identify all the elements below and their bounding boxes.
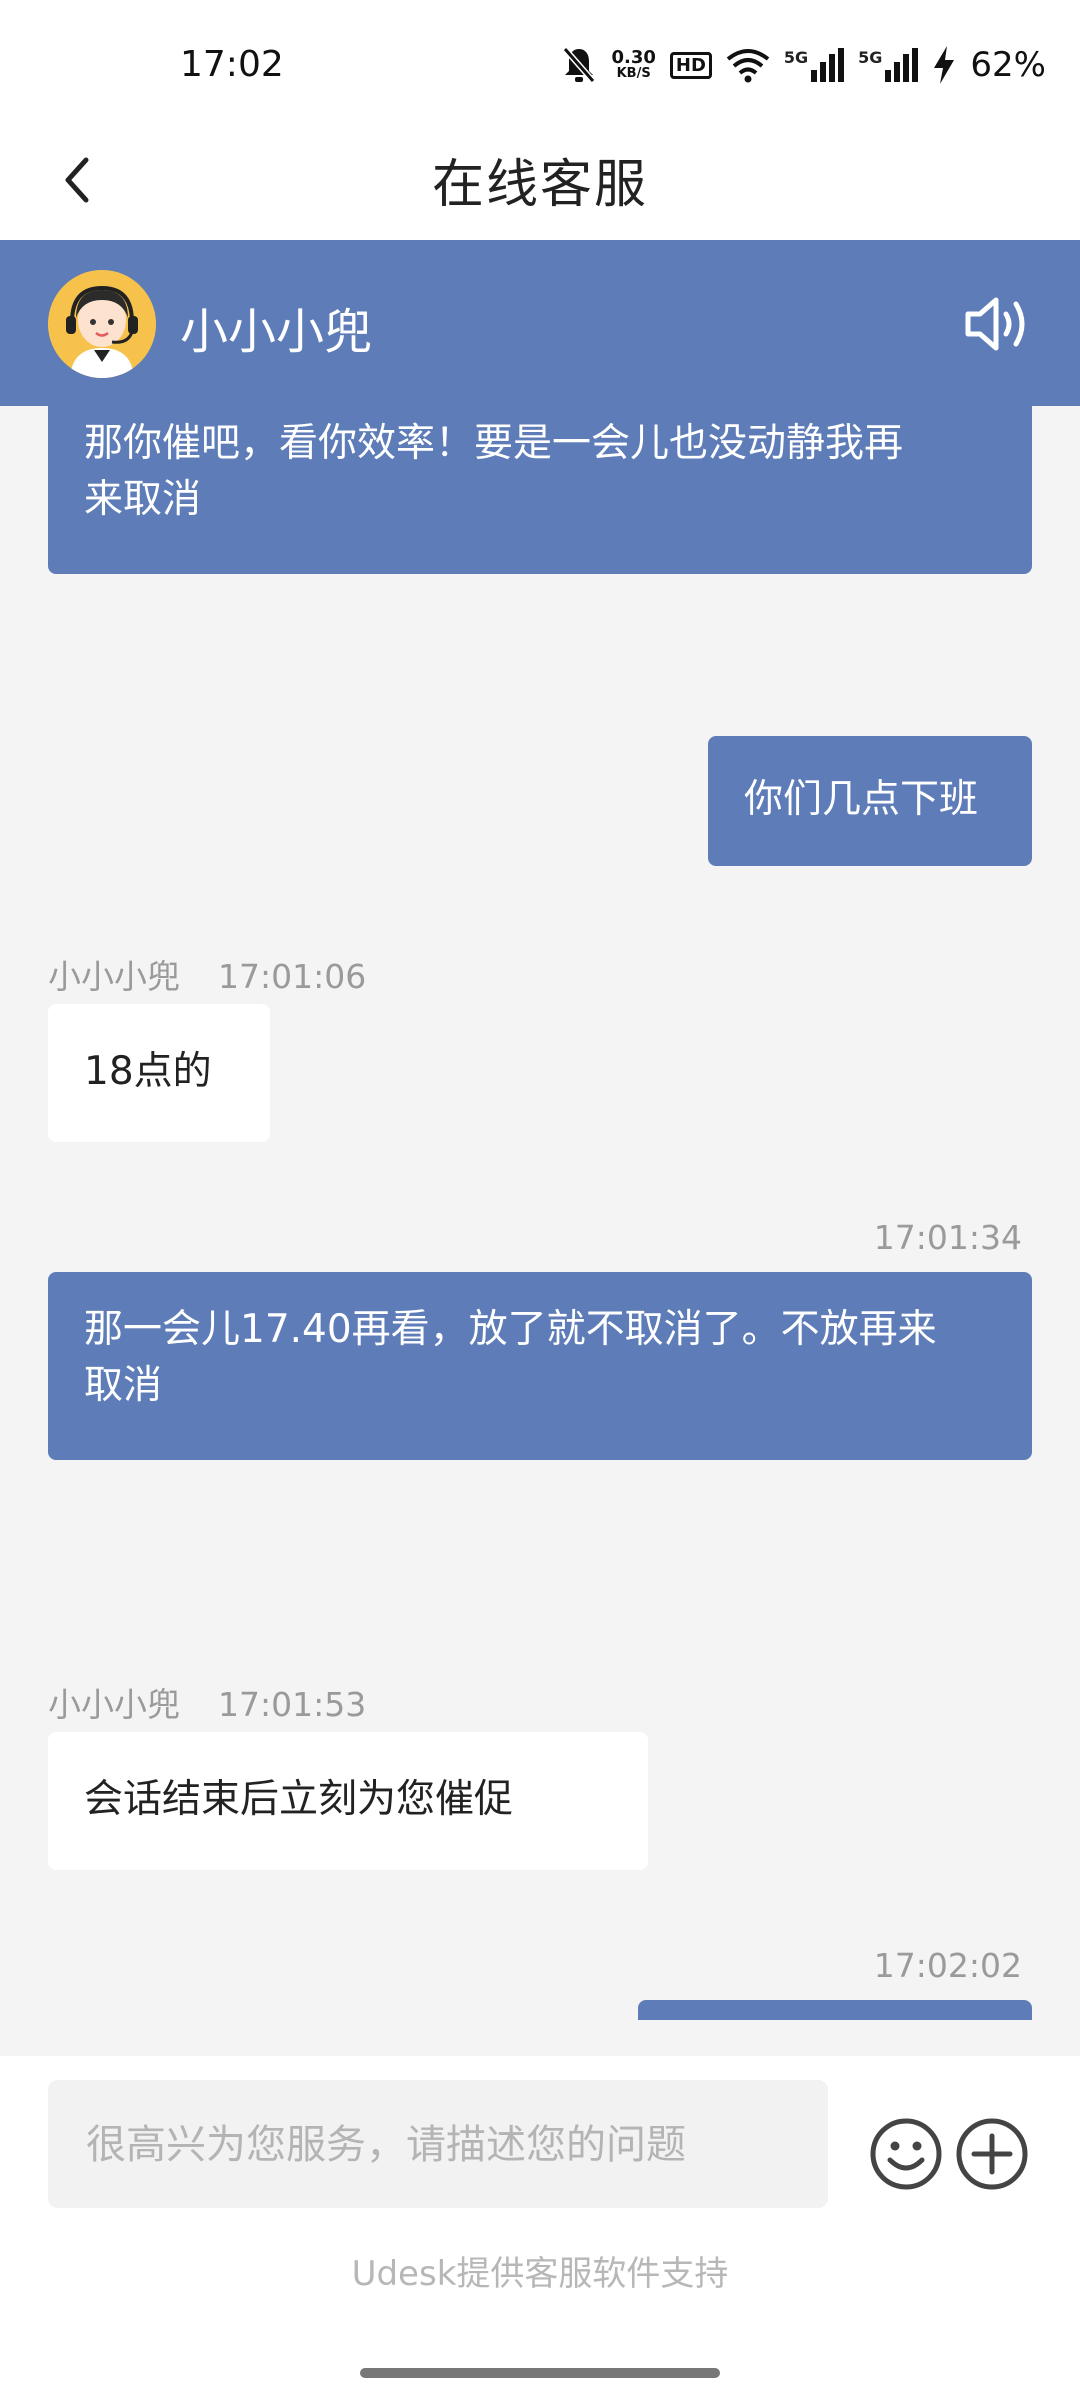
- message-sender: 小小小兜: [48, 1685, 180, 1724]
- signal-5g-label: 5G: [858, 48, 883, 67]
- message-time: 17:01:06: [218, 957, 367, 996]
- home-indicator[interactable]: [360, 2368, 720, 2378]
- message-bubble-outgoing[interactable]: 你们几点下班: [708, 736, 1032, 866]
- message-time: 17:01:53: [218, 1685, 367, 1724]
- powered-by-text: Udesk提供客服软件支持: [351, 2254, 729, 2294]
- agent-name: 小小小兜: [180, 304, 373, 360]
- message-meta: 小小小兜 17:01:53: [48, 1678, 366, 1726]
- charging-bolt-icon: [934, 46, 955, 84]
- agent-header: 小小小兜: [0, 240, 1080, 406]
- status-time: 17:02: [180, 44, 284, 85]
- message-bubble-outgoing[interactable]: 那你催吧，看你效率！要是一会儿也没动静我再 来取消: [48, 406, 1032, 574]
- speaker-icon[interactable]: [964, 292, 1034, 356]
- message-bubble-incoming[interactable]: 会话结束后立刻为您催促: [48, 1732, 648, 1870]
- message-sender: 小小小兜: [48, 957, 180, 996]
- plus-circle-icon[interactable]: [954, 2116, 1030, 2192]
- message-text: 你们几点下班: [744, 777, 979, 822]
- message-input-container[interactable]: [48, 2080, 828, 2210]
- signal-5g-label: 5G: [783, 48, 809, 67]
- agent-avatar: [48, 270, 156, 378]
- network-speed-unit: KB/S: [616, 66, 651, 81]
- network-speed: 0.30 KB/S: [611, 49, 655, 81]
- wifi-icon: [726, 49, 770, 83]
- message-text-line: 来取消: [84, 477, 202, 522]
- page-title: 在线客服: [431, 155, 648, 215]
- message-time: 17:02:02: [873, 1946, 1022, 1985]
- status-icons: 0.30 KB/S HD 5G 5G 62%: [561, 40, 1046, 90]
- message-meta: 小小小兜 17:01:06: [48, 950, 366, 998]
- chat-messages[interactable]: 那你催吧，看你效率！要是一会儿也没动静我再 来取消 你们几点下班 小小小兜 17:…: [0, 406, 1080, 2056]
- message-text-line: 取消: [84, 1363, 163, 1408]
- status-bar: 17:02 0.30 KB/S HD 5G 5G 62%: [0, 0, 1080, 120]
- message-text-line: 那你催吧，看你效率！要是一会儿也没动静我再: [84, 421, 904, 466]
- network-speed-value: 0.30: [611, 47, 656, 68]
- message-text-line: 那一会儿17.40再看，放了就不取消了。不放再来: [84, 1307, 937, 1352]
- agent-avatar-icon: [48, 270, 156, 378]
- signal-5g-2: 5G: [858, 48, 919, 82]
- signal-5g-1: 5G: [783, 48, 845, 82]
- message-input[interactable]: [84, 2080, 796, 2210]
- message-bubble-outgoing[interactable]: [638, 2000, 1032, 2020]
- hd-badge: HD: [669, 51, 712, 79]
- message-time: 17:01:34: [873, 1218, 1022, 1257]
- message-text: 18点的: [84, 1049, 212, 1094]
- mute-bell-icon: [563, 47, 596, 83]
- battery-percent: 62%: [970, 45, 1046, 85]
- emoji-icon[interactable]: [868, 2116, 944, 2192]
- message-bubble-outgoing[interactable]: 那一会儿17.40再看，放了就不取消了。不放再来 取消: [48, 1272, 1032, 1460]
- message-bubble-incoming[interactable]: 18点的: [48, 1004, 270, 1142]
- title-bar: 在线客服: [0, 120, 1080, 240]
- input-bar: Udesk提供客服软件支持: [0, 2056, 1080, 2400]
- message-text: 会话结束后立刻为您催促: [84, 1777, 514, 1822]
